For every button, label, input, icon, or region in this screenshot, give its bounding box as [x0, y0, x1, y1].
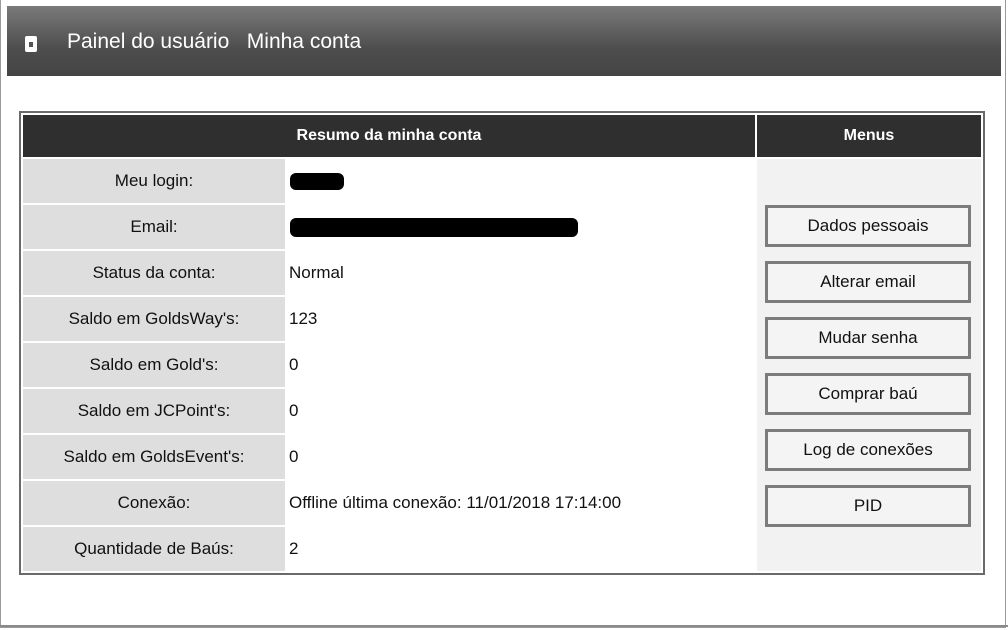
account-table: Resumo da minha conta Menus Meu login: D…: [19, 111, 985, 575]
conexao-value: Offline última conexão: 11/01/2018 17:14…: [287, 481, 755, 525]
menus-heading: Menus: [757, 115, 981, 157]
log-conexoes-button[interactable]: Log de conexões: [765, 429, 971, 471]
goldsevent-label: Saldo em GoldsEvent's:: [23, 435, 285, 479]
dados-pessoais-button[interactable]: Dados pessoais: [765, 205, 971, 247]
redacted-email: [290, 218, 578, 237]
jcpoint-value: 0: [287, 389, 755, 433]
jcpoint-label: Saldo em JCPoint's:: [23, 389, 285, 433]
login-label: Meu login:: [23, 159, 285, 203]
email-value: [287, 205, 755, 249]
alterar-email-button[interactable]: Alterar email: [765, 261, 971, 303]
menus-column: Dados pessoais Alterar email Mudar senha…: [757, 159, 981, 571]
panel-icon: [25, 36, 37, 52]
baus-value: 2: [287, 527, 755, 571]
goldsway-value: 123: [287, 297, 755, 341]
login-value: [287, 159, 755, 203]
mudar-senha-button[interactable]: Mudar senha: [765, 317, 971, 359]
email-label: Email:: [23, 205, 285, 249]
conexao-label: Conexão:: [23, 481, 285, 525]
goldsevent-value: 0: [287, 435, 755, 479]
redacted-login: [290, 173, 344, 191]
gold-label: Saldo em Gold's:: [23, 343, 285, 387]
comprar-bau-button[interactable]: Comprar baú: [765, 373, 971, 415]
user-panel: Painel do usuário Minha conta Resumo da …: [0, 0, 1006, 628]
summary-heading: Resumo da minha conta: [23, 115, 755, 157]
table-row: Meu login: Dados pessoais Alterar email …: [23, 159, 981, 571]
gold-value: 0: [287, 343, 755, 387]
status-label: Status da conta:: [23, 251, 285, 295]
goldsway-label: Saldo em GoldsWay's:: [23, 297, 285, 341]
panel-header: Painel do usuário Minha conta: [7, 6, 1001, 76]
pid-button[interactable]: PID: [765, 485, 971, 527]
panel-title: Painel do usuário Minha conta: [67, 30, 362, 53]
status-value: Normal: [287, 251, 755, 295]
baus-label: Quantidade de Baús:: [23, 527, 285, 571]
bottom-divider: [0, 625, 1008, 627]
